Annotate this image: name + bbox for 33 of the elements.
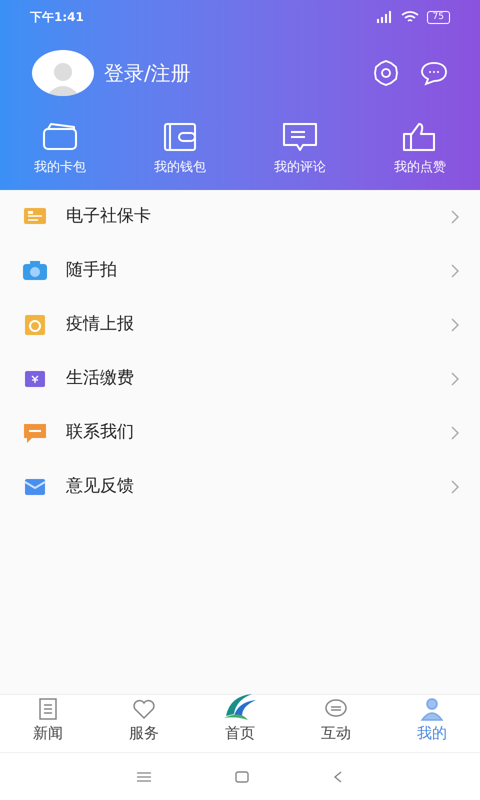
home-icon[interactable] [235,770,249,782]
chevron-icon [450,479,460,495]
menu-item[interactable]: 电子社保卡 [0,190,480,244]
login-button[interactable]: 登录/注册 [104,58,191,88]
menu-item[interactable]: 意见反馈 [0,460,480,514]
chevron-icon [450,425,460,441]
tab[interactable]: 互动 [288,695,384,752]
tab[interactable]: 新闻 [0,695,96,752]
settings-icon[interactable] [372,59,400,87]
chevron-icon [450,263,460,279]
quick-link[interactable]: 我的评论 [240,120,360,178]
quick-link[interactable]: 我的点赞 [360,120,480,178]
menu-item[interactable]: 联系我们 [0,406,480,460]
person-icon [46,60,80,96]
wallet-icon [161,120,199,154]
person-icon [419,696,445,722]
chevron-icon [450,209,460,225]
comment-icon [281,120,319,154]
menu-item[interactable]: 随手拍 [0,244,480,298]
quick-link[interactable]: 我的钱包 [120,120,240,178]
tab[interactable]: 服务 [96,695,192,752]
tab[interactable]: 首页 [192,695,288,752]
chevron-icon [450,371,460,387]
message-icon[interactable] [420,60,448,86]
tab[interactable]: 我的 [384,695,480,752]
status-time: 下午1:41 [30,9,84,26]
menu-item[interactable]: 疫情上报 [0,298,480,352]
menu-item[interactable]: 生活缴费 [0,352,480,406]
chevron-icon [450,317,460,333]
menu-icon[interactable] [137,772,151,782]
battery-indicator: 75 [426,10,450,24]
wifi-icon [400,11,419,23]
back-icon[interactable] [333,770,343,782]
